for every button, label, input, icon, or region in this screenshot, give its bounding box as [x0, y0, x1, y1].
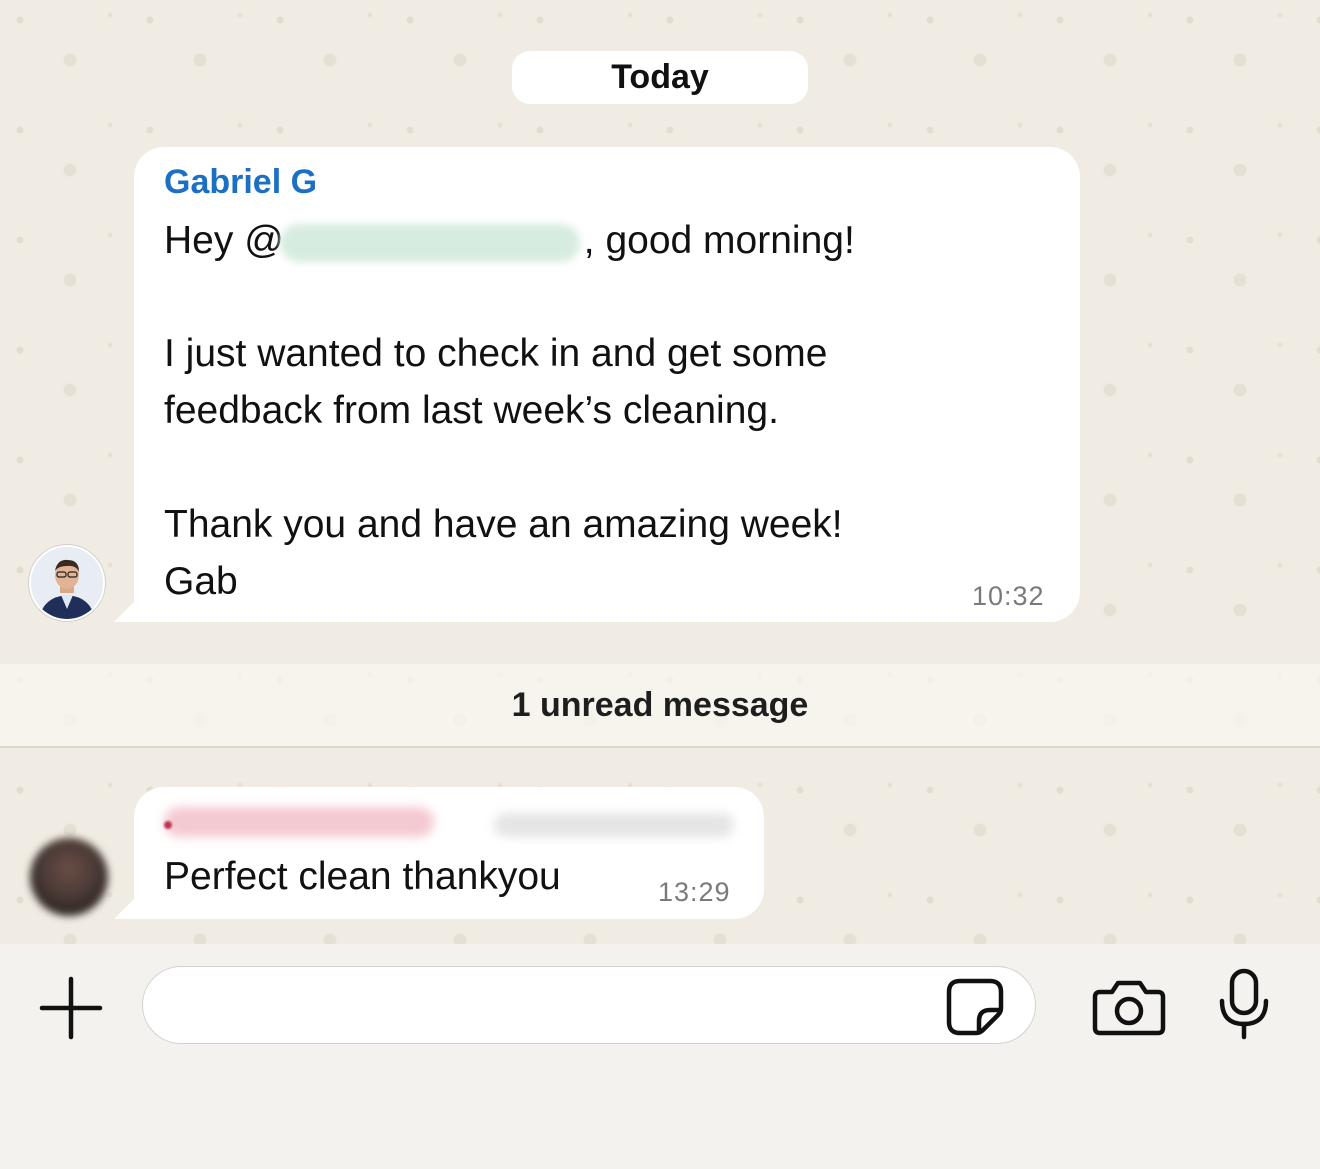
- plus-icon: [39, 976, 103, 1040]
- message-bubble[interactable]: Gabriel G Hey @ , good morning! I just wa…: [134, 147, 1080, 622]
- microphone-button[interactable]: [1217, 968, 1271, 1040]
- message-text: feedback from last week’s cleaning.: [164, 389, 779, 432]
- message-time: 10:32: [972, 581, 1045, 611]
- message-text: , good morning!: [583, 219, 855, 262]
- message-text: I just wanted to check in and get some: [164, 332, 828, 375]
- sender-avatar-blurred[interactable]: [30, 838, 108, 916]
- date-separator-label: Today: [611, 58, 709, 96]
- message-text: Thank you and have an amazing week!: [164, 503, 843, 546]
- profile-photo-icon: [31, 547, 103, 619]
- message-line: Hey @ , good morning!: [164, 219, 855, 263]
- unread-divider-label: 1 unread message: [511, 685, 809, 724]
- bubble-tail: [114, 600, 136, 622]
- message-input[interactable]: [142, 966, 1036, 1044]
- message-text: Gab: [164, 560, 238, 603]
- camera-icon: [1092, 980, 1166, 1036]
- sticker-icon: [946, 978, 1004, 1036]
- message-text: Hey @: [164, 219, 284, 262]
- message-time: 13:29: [658, 877, 731, 907]
- camera-button[interactable]: [1092, 978, 1166, 1036]
- redacted-sender-name-mark: [164, 821, 172, 829]
- sender-name[interactable]: Gabriel G: [164, 163, 317, 202]
- sender-avatar[interactable]: [29, 545, 105, 621]
- redacted-mention: [279, 223, 580, 262]
- attach-button[interactable]: [38, 975, 104, 1041]
- sticker-button[interactable]: [946, 978, 1004, 1036]
- message-bubble[interactable]: Perfect clean thankyou 13:29: [134, 787, 764, 919]
- microphone-icon: [1219, 968, 1269, 1040]
- message-text: Perfect clean thankyou: [164, 855, 561, 898]
- redacted-sender-name: [164, 807, 434, 837]
- bubble-tail: [114, 897, 136, 919]
- date-separator: Today: [512, 51, 808, 104]
- unread-divider: 1 unread message: [0, 664, 1320, 748]
- redacted-sender-phone: [494, 813, 734, 837]
